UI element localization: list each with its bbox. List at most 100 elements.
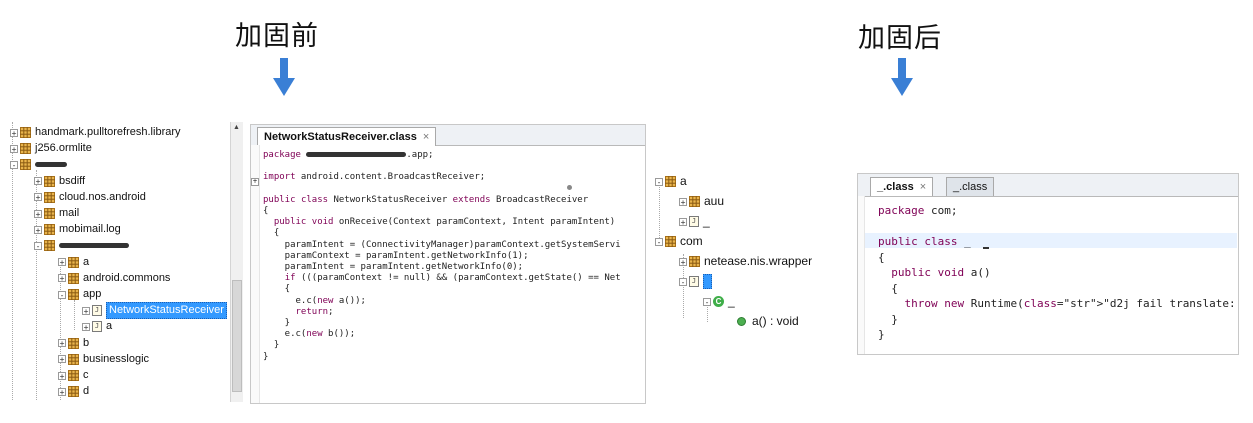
tree-item-label: b	[83, 336, 90, 349]
close-tab-icon[interactable]: ×	[920, 181, 926, 193]
tree-item-label: auu	[704, 194, 725, 208]
text-cursor	[983, 236, 989, 249]
code-line: }	[263, 318, 291, 328]
tree-item[interactable]: + a	[58, 255, 89, 270]
tab-label: _.class	[953, 181, 988, 193]
tree-item-label: c	[83, 369, 89, 381]
package-icon	[689, 196, 700, 207]
tree-item[interactable]: + mobimail.log	[34, 222, 121, 237]
down-arrow-icon	[891, 58, 913, 96]
tree-item[interactable]: - C _	[703, 294, 735, 309]
expand-icon[interactable]: +	[34, 209, 42, 218]
package-icon	[20, 127, 31, 138]
expand-icon[interactable]: +	[34, 193, 42, 202]
collapse-icon[interactable]: -	[34, 241, 42, 250]
code-line: public class NetworkStatusReceiver exten…	[263, 194, 589, 205]
tree-item[interactable]: + d	[58, 384, 89, 399]
expand-icon[interactable]: +	[10, 144, 18, 153]
code-editor-after: _.class × _.class package com; public clas…	[857, 173, 1239, 355]
package-icon	[68, 256, 79, 268]
class-file-icon: J	[689, 276, 699, 287]
tree-item-label: a	[106, 320, 113, 333]
tree-item[interactable]: -	[10, 157, 67, 172]
tab-underscore-class[interactable]: _.class	[946, 177, 995, 196]
tree-item-label: handmark.pulltorefresh.library	[35, 126, 181, 138]
expand-icon[interactable]: +	[679, 257, 687, 266]
package-icon	[68, 337, 79, 349]
expand-icon[interactable]: +	[10, 128, 18, 137]
tree-item-label: app	[83, 288, 102, 300]
tree-item-label: NetworkStatusReceiver	[106, 302, 227, 320]
tab-network-status-receiver[interactable]: NetworkStatusReceiver.class ×	[257, 127, 437, 146]
tree-item[interactable]: + Ja	[82, 319, 112, 334]
close-tab-icon[interactable]: ×	[423, 131, 429, 143]
tree-item[interactable]: + mail	[34, 206, 79, 221]
code-line: {	[263, 206, 269, 216]
tree-item[interactable]: + bsdiff	[34, 174, 85, 189]
tree-item[interactable]: + netease.nis.wrapper	[679, 254, 812, 269]
code-line: {	[878, 250, 885, 264]
tree-item[interactable]: + handmark.pulltorefresh.library	[10, 125, 181, 140]
expand-icon[interactable]: +	[58, 339, 66, 348]
tree-item[interactable]: -J	[679, 274, 712, 289]
tree-item-label: _	[728, 294, 735, 308]
tree-item[interactable]: + j256.ormlite	[10, 141, 92, 156]
tree-item[interactable]: + cloud.nos.android	[34, 190, 146, 205]
tree-scrollbar[interactable]: ▲	[230, 122, 243, 402]
tree-item-label: businesslogic	[83, 352, 150, 365]
expand-icon[interactable]: +	[82, 322, 90, 331]
expand-icon[interactable]: +	[679, 217, 687, 226]
tree-item[interactable]: - app	[58, 287, 101, 302]
expand-icon[interactable]: +	[34, 225, 42, 234]
code-area[interactable]: package com; public class _{ public void …	[878, 203, 1236, 353]
package-icon	[68, 272, 79, 284]
tree-item-label: _	[703, 214, 710, 228]
code-line: }	[263, 351, 269, 362]
heading-before: 加固前	[235, 21, 319, 52]
tree-item[interactable]: a() : void	[727, 314, 799, 329]
tree-item[interactable]: -	[34, 238, 129, 253]
tree-item[interactable]: + c	[58, 368, 89, 383]
tree-item-label: a() : void	[752, 314, 799, 328]
editor-gutter: +	[251, 145, 260, 403]
scroll-up-icon[interactable]: ▲	[233, 124, 240, 131]
tab-underscore-class-active[interactable]: _.class ×	[870, 177, 934, 196]
tree-item[interactable]: + auu	[679, 194, 724, 209]
collapse-icon[interactable]: -	[655, 177, 663, 186]
expand-icon[interactable]: +	[58, 371, 66, 380]
package-icon	[68, 353, 79, 365]
scrollbar-thumb[interactable]	[232, 280, 242, 392]
expand-icon[interactable]: +	[82, 306, 90, 315]
package-tree-after: - a + auu + J _ - com + netease.nis.wrapper - J - C _ a(…	[655, 174, 835, 334]
expand-icon[interactable]: +	[58, 258, 66, 267]
tree-item[interactable]: + J _	[679, 214, 710, 229]
expand-icon[interactable]: +	[58, 387, 66, 396]
collapse-icon[interactable]: -	[703, 297, 711, 306]
tree-item[interactable]: + businesslogic	[58, 352, 149, 367]
package-icon	[44, 240, 55, 252]
expand-icon[interactable]: +	[58, 274, 66, 283]
code-line: paramIntent = paramIntent.getNetworkInfo…	[263, 262, 524, 272]
code-area[interactable]: package .app; import android.content.Broa…	[263, 150, 643, 400]
redacted-label	[59, 243, 129, 249]
expand-icon[interactable]: +	[679, 197, 687, 206]
expand-icon[interactable]: +	[34, 177, 42, 186]
package-icon	[44, 224, 55, 236]
collapse-icon[interactable]: -	[10, 160, 18, 169]
code-line: public class _	[878, 234, 989, 249]
expand-icon[interactable]: +	[58, 355, 66, 364]
code-line: }	[878, 328, 885, 341]
collapse-icon[interactable]: -	[58, 290, 66, 299]
tree-item[interactable]: + b	[58, 336, 89, 351]
code-line: package com;	[878, 204, 958, 217]
code-line: {	[878, 281, 898, 295]
tree-item[interactable]: -a	[655, 174, 687, 189]
collapse-icon[interactable]: -	[679, 277, 687, 286]
collapse-icon[interactable]: -	[655, 237, 663, 246]
code-line: e.c(new b());	[263, 329, 356, 340]
fold-icon[interactable]: +	[251, 178, 259, 186]
code-line: if (((paramContext != null) && (paramCon…	[284, 273, 621, 284]
tree-item[interactable]: + android.commons	[58, 271, 170, 286]
tree-item[interactable]: - com	[655, 234, 703, 249]
tree-item[interactable]: + J NetworkStatusReceiver	[82, 302, 227, 320]
